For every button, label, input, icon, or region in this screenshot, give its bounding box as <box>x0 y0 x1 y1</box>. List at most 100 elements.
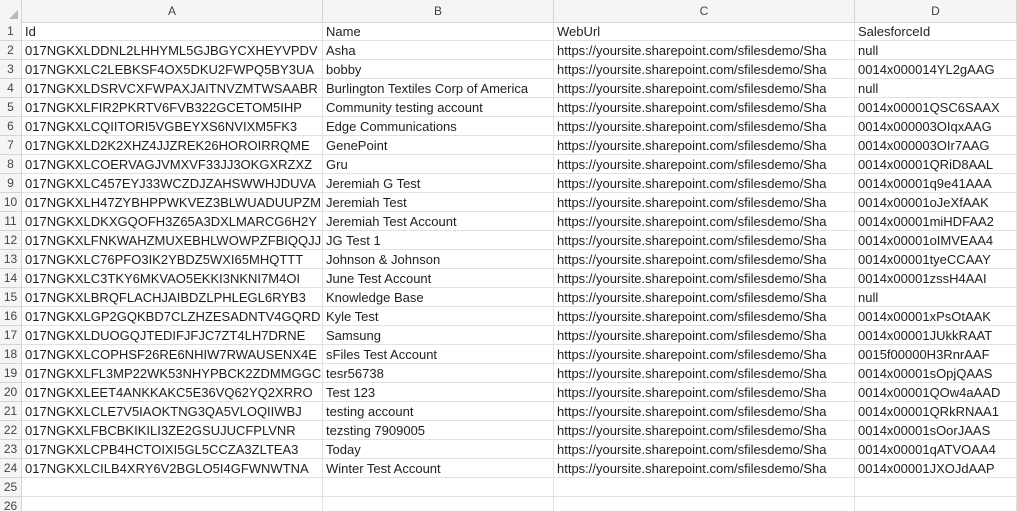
cell-weburl[interactable]: https://yoursite.sharepoint.com/sfilesde… <box>554 250 855 269</box>
cell-weburl[interactable]: https://yoursite.sharepoint.com/sfilesde… <box>554 155 855 174</box>
cell-salesforceid[interactable] <box>855 478 1017 497</box>
cell-salesforceid[interactable]: 0014x00001oIMVEAA4 <box>855 231 1017 250</box>
cell-weburl[interactable]: https://yoursite.sharepoint.com/sfilesde… <box>554 79 855 98</box>
cell-weburl[interactable]: https://yoursite.sharepoint.com/sfilesde… <box>554 383 855 402</box>
cell-name[interactable]: Gru <box>323 155 554 174</box>
cell-name[interactable]: Jeremiah G Test <box>323 174 554 193</box>
cell-weburl[interactable]: https://yoursite.sharepoint.com/sfilesde… <box>554 212 855 231</box>
row-header[interactable]: 25 <box>0 478 22 497</box>
row-header[interactable]: 7 <box>0 136 22 155</box>
cell-id[interactable]: 017NGKXLC457EYJ33WCZDJZAHSWWHJDUVA <box>22 174 323 193</box>
column-header-a[interactable]: A <box>22 0 323 22</box>
cell-salesforceid[interactable]: 0014x00001oJeXfAAK <box>855 193 1017 212</box>
cell-salesforceid[interactable]: 0014x00001JXOJdAAP <box>855 459 1017 478</box>
cell-id[interactable]: 017NGKXLFNKWAHZMUXEBHLWOWPZFBIQQJJ <box>22 231 323 250</box>
cell-name[interactable]: Samsung <box>323 326 554 345</box>
cell-id[interactable] <box>22 478 323 497</box>
row-header[interactable]: 24 <box>0 459 22 478</box>
cell-weburl[interactable]: https://yoursite.sharepoint.com/sfilesde… <box>554 136 855 155</box>
cell-name[interactable]: JG Test 1 <box>323 231 554 250</box>
cell-salesforceid[interactable]: 0014x000014YL2gAAG <box>855 60 1017 79</box>
row-header[interactable]: 12 <box>0 231 22 250</box>
cell-name[interactable]: Winter Test Account <box>323 459 554 478</box>
cell-weburl[interactable]: https://yoursite.sharepoint.com/sfilesde… <box>554 421 855 440</box>
row-header[interactable]: 4 <box>0 79 22 98</box>
cell-name[interactable]: Knowledge Base <box>323 288 554 307</box>
row-header[interactable]: 13 <box>0 250 22 269</box>
cell-id[interactable]: 017NGKXLDDNL2LHHYML5GJBGYCXHEYVPDV <box>22 41 323 60</box>
cell-id[interactable]: 017NGKXLDUOGQJTEDIFJFJC7ZT4LH7DRNE <box>22 326 323 345</box>
cell-weburl[interactable]: https://yoursite.sharepoint.com/sfilesde… <box>554 41 855 60</box>
cell-weburl[interactable]: https://yoursite.sharepoint.com/sfilesde… <box>554 459 855 478</box>
cell-name[interactable]: Today <box>323 440 554 459</box>
cell-name[interactable]: Jeremiah Test Account <box>323 212 554 231</box>
cell-salesforceid[interactable]: null <box>855 41 1017 60</box>
cell-id[interactable] <box>22 497 323 511</box>
row-header[interactable]: 19 <box>0 364 22 383</box>
row-header[interactable]: 9 <box>0 174 22 193</box>
row-header[interactable]: 1 <box>0 22 22 41</box>
cell-name[interactable] <box>323 478 554 497</box>
cell-name[interactable]: testing account <box>323 402 554 421</box>
cell-salesforceid[interactable]: 0014x00001q9e41AAA <box>855 174 1017 193</box>
cell-weburl[interactable]: https://yoursite.sharepoint.com/sfilesde… <box>554 269 855 288</box>
row-header[interactable]: 22 <box>0 421 22 440</box>
row-header[interactable]: 3 <box>0 60 22 79</box>
cell-name[interactable]: GenePoint <box>323 136 554 155</box>
cell-weburl[interactable]: https://yoursite.sharepoint.com/sfilesde… <box>554 364 855 383</box>
cell-salesforceid[interactable]: null <box>855 288 1017 307</box>
cell-id[interactable]: 017NGKXLCQIITORI5VGBEYXS6NVIXM5FK3 <box>22 117 323 136</box>
cell-name[interactable]: Asha <box>323 41 554 60</box>
cell-id[interactable]: 017NGKXLEET4ANKKAKC5E36VQ62YQ2XRRO <box>22 383 323 402</box>
cell-id[interactable]: 017NGKXLH47ZYBHPPWKVEZ3BLWUADUUPZM <box>22 193 323 212</box>
cell-salesforceid[interactable]: SalesforceId <box>855 22 1017 41</box>
row-header[interactable]: 17 <box>0 326 22 345</box>
row-header[interactable]: 26 <box>0 497 22 511</box>
cell-salesforceid[interactable]: 0014x00001tyeCCAAY <box>855 250 1017 269</box>
row-header[interactable]: 6 <box>0 117 22 136</box>
cell-id[interactable]: 017NGKXLBRQFLACHJAIBDZLPHLEGL6RYB3 <box>22 288 323 307</box>
cell-weburl[interactable]: https://yoursite.sharepoint.com/sfilesde… <box>554 326 855 345</box>
cell-id[interactable]: 017NGKXLDSRVCXFWPAXJAITNVZMTWSAABR <box>22 79 323 98</box>
row-header[interactable]: 8 <box>0 155 22 174</box>
row-header[interactable]: 11 <box>0 212 22 231</box>
cell-name[interactable]: Edge Communications <box>323 117 554 136</box>
cell-id[interactable]: 017NGKXLCPB4HCTOIXI5GL5CCZA3ZLTEA3 <box>22 440 323 459</box>
cell-id[interactable]: 017NGKXLGP2GQKBD7CLZHZESADNTV4GQRD <box>22 307 323 326</box>
cell-name[interactable]: June Test Account <box>323 269 554 288</box>
select-all-button[interactable] <box>0 0 22 22</box>
cell-salesforceid[interactable]: 0014x00001miHDFAA2 <box>855 212 1017 231</box>
row-header[interactable]: 21 <box>0 402 22 421</box>
cell-salesforceid[interactable]: 0015f00000H3RnrAAF <box>855 345 1017 364</box>
column-header-d[interactable]: D <box>855 0 1017 22</box>
cell-id[interactable]: 017NGKXLFBCBKIKILI3ZE2GSUJUCFPLVNR <box>22 421 323 440</box>
cell-id[interactable]: 017NGKXLCILB4XRY6V2BGLO5I4GFWNWTNA <box>22 459 323 478</box>
cell-id[interactable]: 017NGKXLD2K2XHZ4JJZREK26HOROIRRQME <box>22 136 323 155</box>
cell-weburl[interactable]: https://yoursite.sharepoint.com/sfilesde… <box>554 174 855 193</box>
cell-salesforceid[interactable]: 0014x00001sOpjQAAS <box>855 364 1017 383</box>
cell-name[interactable]: sFiles Test Account <box>323 345 554 364</box>
cell-name[interactable]: bobby <box>323 60 554 79</box>
cell-name[interactable]: Test 123 <box>323 383 554 402</box>
cell-salesforceid[interactable]: 0014x00001QRiD8AAL <box>855 155 1017 174</box>
row-header[interactable]: 20 <box>0 383 22 402</box>
column-header-b[interactable]: B <box>323 0 554 22</box>
cell-id[interactable]: 017NGKXLCOPHSF26RE6NHIW7RWAUSENX4E <box>22 345 323 364</box>
cell-name[interactable]: Burlington Textiles Corp of America <box>323 79 554 98</box>
cell-weburl[interactable]: https://yoursite.sharepoint.com/sfilesde… <box>554 60 855 79</box>
cell-id[interactable]: 017NGKXLDKXGQOFH3Z65A3DXLMARCG6H2Y <box>22 212 323 231</box>
cell-name[interactable]: tezsting 7909005 <box>323 421 554 440</box>
row-header[interactable]: 23 <box>0 440 22 459</box>
cell-id[interactable]: 017NGKXLC76PFO3IK2YBDZ5WXI65MHQTTT <box>22 250 323 269</box>
cell-name[interactable]: Johnson & Johnson <box>323 250 554 269</box>
row-header[interactable]: 16 <box>0 307 22 326</box>
cell-weburl[interactable] <box>554 497 855 511</box>
cell-name[interactable] <box>323 497 554 511</box>
cell-id[interactable]: 017NGKXLFL3MP22WK53NHYPBCK2ZDMMGGC <box>22 364 323 383</box>
cell-salesforceid[interactable]: 0014x00001sOorJAAS <box>855 421 1017 440</box>
cell-weburl[interactable]: https://yoursite.sharepoint.com/sfilesde… <box>554 402 855 421</box>
cell-salesforceid[interactable]: 0014x000003OIr7AAG <box>855 136 1017 155</box>
cell-id[interactable]: 017NGKXLC3TKY6MKVAO5EKKI3NKNI7M4OI <box>22 269 323 288</box>
cell-salesforceid[interactable]: 0014x00001QSC6SAAX <box>855 98 1017 117</box>
cell-name[interactable]: tesr56738 <box>323 364 554 383</box>
